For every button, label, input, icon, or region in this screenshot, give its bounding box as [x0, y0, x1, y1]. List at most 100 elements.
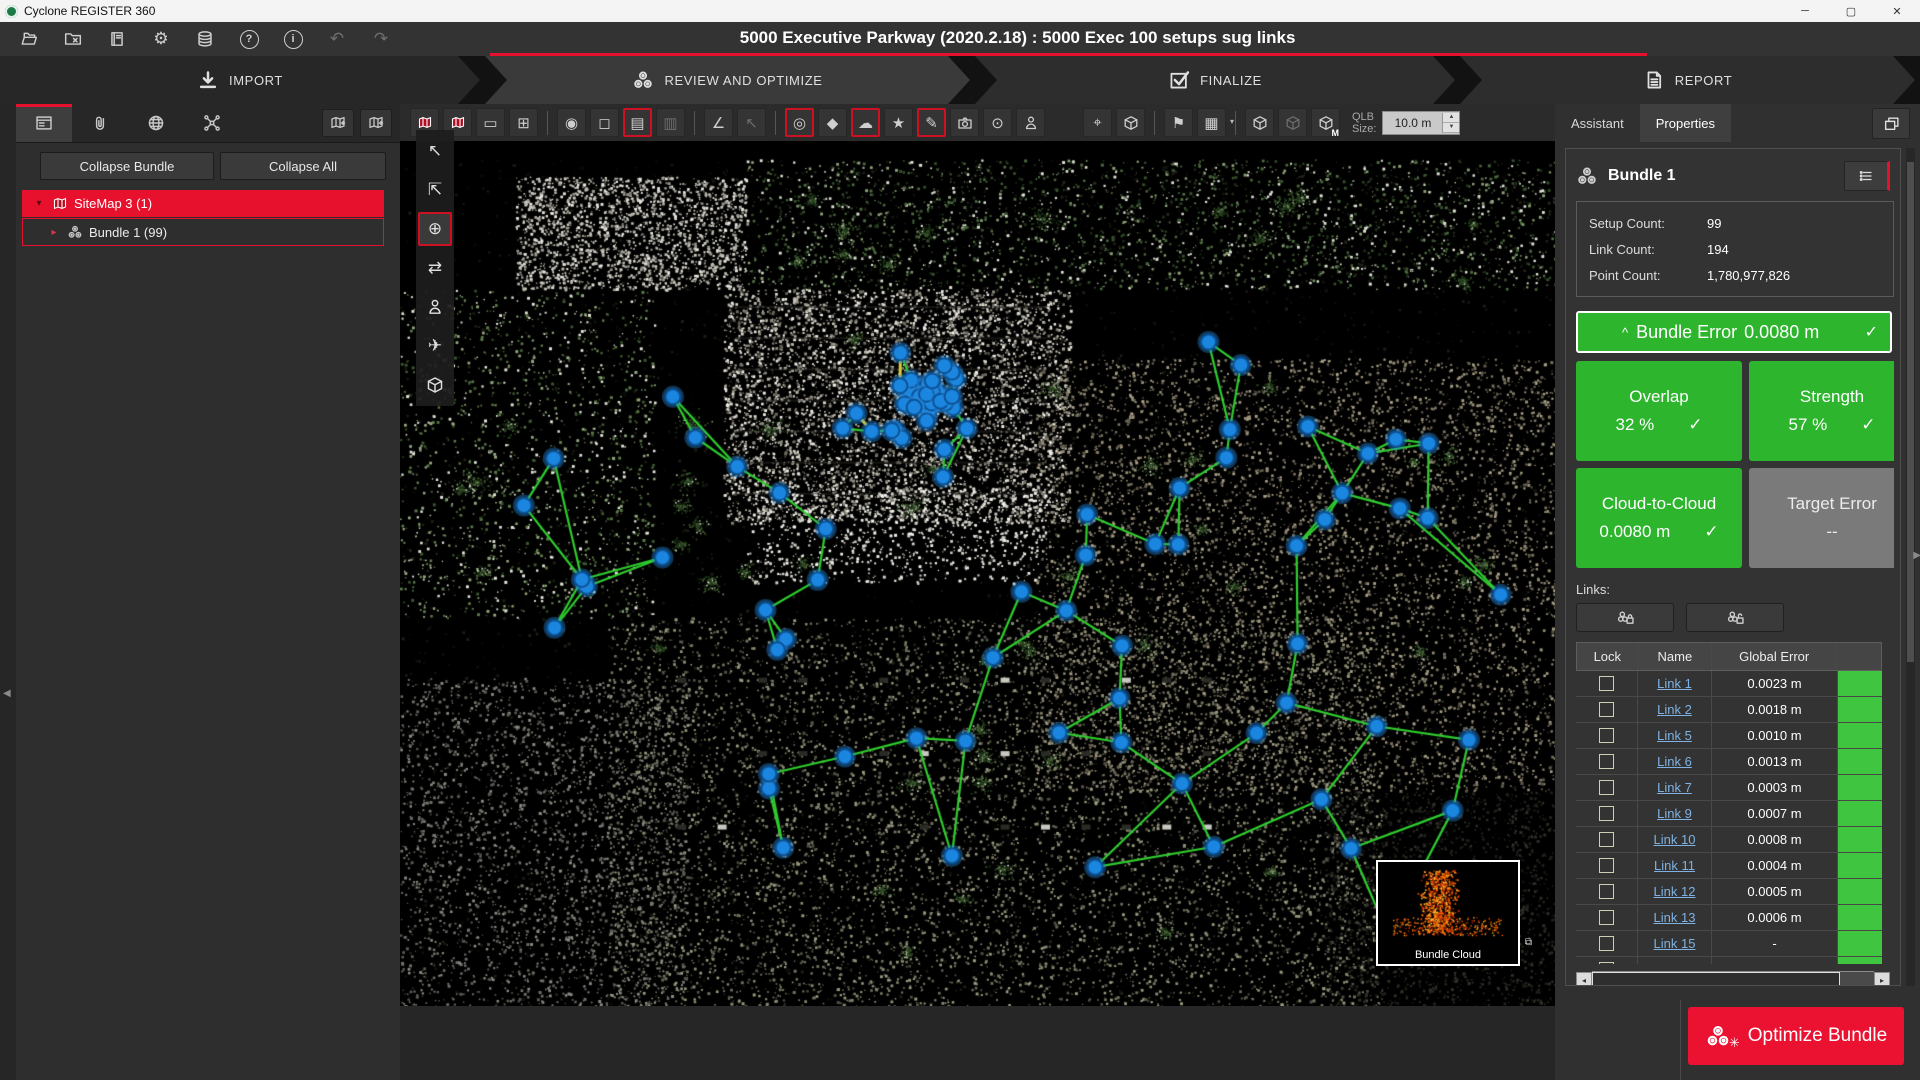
- lock-checkbox[interactable]: [1599, 884, 1614, 899]
- bundle-list-button[interactable]: [1844, 161, 1890, 191]
- redo-icon[interactable]: ↷: [370, 28, 392, 50]
- scrollbar-thumb[interactable]: [1592, 972, 1840, 986]
- storage-icon[interactable]: [194, 28, 216, 50]
- link-name[interactable]: Link 11: [1654, 858, 1695, 873]
- sphere-view-icon[interactable]: ◉: [557, 108, 586, 137]
- qlb-size-spinner[interactable]: 10.0 m ▲ ▼: [1382, 111, 1460, 135]
- attachments-tab[interactable]: [72, 104, 128, 142]
- add-label-icon[interactable]: ◆: [818, 108, 847, 137]
- tree-expand-caret[interactable]: ▾: [32, 198, 46, 209]
- snapshot-icon[interactable]: [950, 108, 979, 137]
- cube-history-icon[interactable]: [1278, 108, 1307, 137]
- add-target-icon[interactable]: ◎: [785, 108, 814, 137]
- select-tool-icon[interactable]: ↖: [418, 134, 452, 168]
- bundle-cloud-thumbnail[interactable]: Bundle Cloud ⧉: [1376, 860, 1520, 966]
- link-name[interactable]: Link 15: [1654, 936, 1696, 951]
- workflow-tab-finalize[interactable]: FINALIZE: [975, 56, 1455, 104]
- lock-checkbox[interactable]: [1599, 962, 1614, 964]
- fly-tool-icon[interactable]: ✈: [418, 329, 452, 363]
- vertical-scrollbar[interactable]: [1906, 148, 1915, 986]
- quality-tile-overlap[interactable]: Overlap 32 % ✓: [1576, 361, 1742, 461]
- transform-icon[interactable]: [1116, 108, 1145, 137]
- measure-tool-icon[interactable]: ∠▾: [704, 108, 733, 137]
- flag-icon[interactable]: ⚑: [1164, 108, 1193, 137]
- web-tab[interactable]: [128, 104, 184, 142]
- lock-checkbox[interactable]: [1599, 754, 1614, 769]
- link-name[interactable]: Link 2: [1657, 702, 1692, 717]
- restore-layout-icon[interactable]: ▭: [476, 108, 505, 137]
- add-sitemap-button[interactable]: [322, 109, 354, 137]
- lock-checkbox[interactable]: [1599, 936, 1614, 951]
- left-panel-collapse-arrow[interactable]: ◀: [3, 688, 11, 699]
- import-sitemap-button[interactable]: [360, 109, 392, 137]
- scrollbar-track[interactable]: [1592, 971, 1874, 986]
- link-name[interactable]: Link 9: [1657, 806, 1692, 821]
- panorama-view-icon[interactable]: ▤: [623, 108, 652, 137]
- lock-all-links-button[interactable]: [1576, 603, 1674, 632]
- bundle-error-banner[interactable]: ^ Bundle Error 0.0080 m ✓: [1576, 311, 1892, 353]
- lock-checkbox[interactable]: [1599, 780, 1614, 795]
- grayscale-view-icon[interactable]: ▥: [656, 108, 685, 137]
- col-lock[interactable]: Lock: [1577, 643, 1639, 670]
- collapse-chevron-icon[interactable]: ^: [1622, 325, 1628, 340]
- add-marker-icon[interactable]: ★: [884, 108, 913, 137]
- workflow-tab-import[interactable]: IMPORT: [0, 56, 480, 104]
- add-person-icon[interactable]: [1016, 108, 1045, 137]
- link-name[interactable]: Link 12: [1654, 884, 1696, 899]
- lock-checkbox[interactable]: [1599, 832, 1614, 847]
- link-name[interactable]: Link 5: [1657, 728, 1692, 743]
- thumbnail-dock-icon[interactable]: ⧉: [1525, 937, 1532, 948]
- move-setup-icon[interactable]: ⌖: [1083, 108, 1112, 137]
- add-cloud-icon[interactable]: ☁: [851, 108, 880, 137]
- col-global-error[interactable]: Global Error: [1712, 643, 1837, 670]
- link-name[interactable]: Link 20: [1654, 962, 1696, 964]
- network-tab[interactable]: [184, 104, 240, 142]
- multi-select-tool-icon[interactable]: ⇱: [418, 173, 452, 207]
- tree-expand-caret[interactable]: ▸: [47, 227, 61, 238]
- tree-item-sitemap[interactable]: ▾ SiteMap 3 (1): [22, 190, 384, 217]
- settings-icon[interactable]: ⚙: [150, 28, 172, 50]
- float-panel-button[interactable]: [1872, 108, 1910, 139]
- spinner-down-icon[interactable]: ▼: [1443, 123, 1459, 133]
- quality-tile-target-error[interactable]: Target Error --: [1749, 468, 1894, 568]
- annotate-icon[interactable]: ✎: [917, 108, 946, 137]
- orbit-tool-icon[interactable]: ⊕: [418, 212, 452, 246]
- close-project-icon[interactable]: [62, 28, 84, 50]
- cube-m-icon[interactable]: M: [1311, 108, 1340, 137]
- scrollbar-thumb[interactable]: [1907, 162, 1914, 662]
- right-panel-expand-arrow[interactable]: ▶: [1913, 550, 1920, 561]
- open-project-icon[interactable]: [18, 28, 40, 50]
- unlock-all-links-button[interactable]: [1686, 603, 1784, 632]
- zoom-region-icon[interactable]: ⊞: [509, 108, 538, 137]
- import-icon[interactable]: [106, 28, 128, 50]
- workflow-tab-review-and-optimize[interactable]: REVIEW AND OPTIMIZE: [485, 56, 970, 104]
- scroll-left-arrow[interactable]: ◂: [1576, 972, 1592, 986]
- geotag-icon[interactable]: ⊙: [983, 108, 1012, 137]
- lock-checkbox[interactable]: [1599, 806, 1614, 821]
- collapse-all-button[interactable]: Collapse All: [220, 152, 386, 180]
- lock-checkbox[interactable]: [1599, 910, 1614, 925]
- lock-checkbox[interactable]: [1599, 702, 1614, 717]
- link-name[interactable]: Link 1: [1657, 676, 1692, 691]
- link-name[interactable]: Link 10: [1654, 832, 1696, 847]
- dropdown-caret-icon[interactable]: ▾: [1230, 117, 1234, 126]
- tab-assistant[interactable]: Assistant: [1555, 104, 1640, 142]
- link-name[interactable]: Link 6: [1657, 754, 1692, 769]
- lock-checkbox[interactable]: [1599, 728, 1614, 743]
- scroll-right-arrow[interactable]: ▸: [1874, 972, 1890, 986]
- workflow-tab-report[interactable]: REPORT: [1460, 56, 1915, 104]
- optimize-bundle-button[interactable]: ✳ Optimize Bundle: [1688, 1007, 1904, 1065]
- look-tool-icon[interactable]: [418, 290, 452, 324]
- minimize-button[interactable]: ─: [1782, 0, 1828, 22]
- tab-properties[interactable]: Properties: [1640, 104, 1731, 142]
- col-name[interactable]: Name: [1639, 643, 1713, 670]
- link-name[interactable]: Link 13: [1654, 910, 1696, 925]
- quality-tile-strength[interactable]: Strength 57 % ✓: [1749, 361, 1894, 461]
- axis-view-icon[interactable]: [418, 368, 452, 402]
- undo-icon[interactable]: ↶: [326, 28, 348, 50]
- plane-view-icon[interactable]: ◻: [590, 108, 619, 137]
- viewport[interactable]: ▭⊞◉◻▤▥∠▾↖◎◆☁★✎⊙⌖⚑▦▾▾MQLBSize: 10.0 m ▲ ▼…: [400, 104, 1555, 1006]
- maximize-button[interactable]: ▢: [1828, 0, 1874, 22]
- lock-checkbox[interactable]: [1599, 858, 1614, 873]
- project-tab[interactable]: [16, 104, 72, 142]
